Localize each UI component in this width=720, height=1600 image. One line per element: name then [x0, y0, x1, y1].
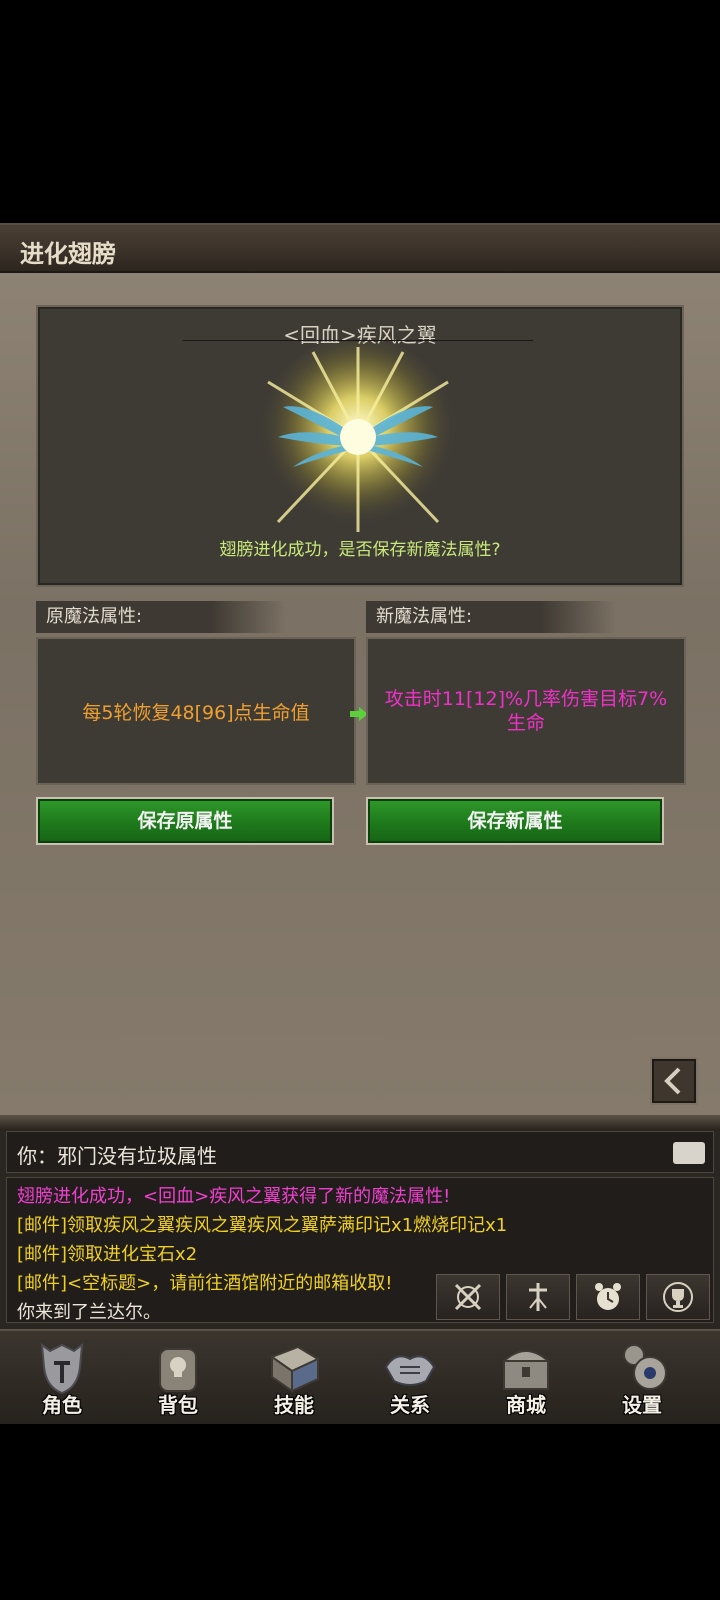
crossed-swords-icon [454, 1283, 482, 1311]
old-attr-box: 每5轮恢复48[96]点生命值 [36, 637, 356, 785]
new-attr-text: 攻击时11[12]%几率伤害目标7%生命 [384, 688, 668, 734]
save-new-attr-button[interactable]: 保存新属性 [366, 797, 664, 845]
title-bar: 进化翅膀 [0, 223, 720, 273]
window-title: 进化翅膀 [20, 240, 116, 268]
evolve-success-message: 翅膀进化成功，是否保存新魔法属性? [219, 540, 501, 560]
backpack-icon [159, 1348, 197, 1392]
old-attr-header: 原魔法属性: [36, 601, 286, 633]
nav-shop[interactable]: 商城 [468, 1331, 584, 1424]
chat-line: 翅膀进化成功，<回血>疾风之翼获得了新的魔法属性! [17, 1186, 451, 1207]
divider [183, 340, 533, 341]
chat-bubble-icon[interactable] [673, 1142, 705, 1164]
handshake-icon [384, 1355, 436, 1386]
nav-label: 关系 [390, 1393, 430, 1417]
nav-label: 背包 [158, 1393, 198, 1417]
sword-button[interactable] [506, 1274, 570, 1320]
gear-icon [623, 1344, 667, 1390]
crossed-swords-button[interactable] [436, 1274, 500, 1320]
sword-icon [529, 1283, 547, 1311]
nav-label: 设置 [622, 1393, 662, 1417]
nav-relations[interactable]: 关系 [352, 1331, 468, 1424]
save-old-attr-button[interactable]: 保存原属性 [36, 797, 334, 845]
bottom-nav: 角色 背包 技能 关系 商城 设置 [0, 1329, 720, 1424]
nav-character[interactable]: 角色 [4, 1331, 120, 1424]
alarm-clock-icon [595, 1283, 621, 1310]
wing-preview-box: <回血>疾风之翼 翅膀进化成功，是否保存新魔法属性? [36, 305, 684, 587]
chat-input-text: 你：邪门没有垃圾属性 [17, 1144, 217, 1168]
alarm-clock-button[interactable] [576, 1274, 640, 1320]
nav-label: 商城 [506, 1393, 546, 1417]
chevron-left-icon [664, 1067, 681, 1095]
chat-divider [0, 1115, 720, 1129]
back-button[interactable] [650, 1057, 698, 1105]
trophy-icon [663, 1282, 693, 1312]
nav-label: 技能 [274, 1393, 314, 1417]
trophy-button[interactable] [646, 1274, 710, 1320]
skill-book-icon [269, 1345, 321, 1393]
chat-line: [邮件]领取疾风之翼疾风之翼疾风之翼萨满印记x1燃烧印记x1 [17, 1215, 508, 1236]
wings-image [258, 342, 458, 537]
nav-label: 角色 [42, 1393, 82, 1417]
old-attr-text: 每5轮恢复48[96]点生命值 [82, 701, 310, 724]
nav-skills[interactable]: 技能 [236, 1331, 352, 1424]
helmet-icon [40, 1342, 84, 1395]
chat-input[interactable]: 你：邪门没有垃圾属性 [6, 1131, 714, 1173]
nav-settings[interactable]: 设置 [584, 1331, 700, 1424]
chat-line: [邮件]领取进化宝石x2 [17, 1244, 198, 1265]
new-attr-box: 攻击时11[12]%几率伤害目标7%生命 [366, 637, 686, 785]
nav-backpack[interactable]: 背包 [120, 1331, 236, 1424]
new-attr-header: 新魔法属性: [366, 601, 616, 633]
shop-chest-icon [501, 1350, 551, 1390]
